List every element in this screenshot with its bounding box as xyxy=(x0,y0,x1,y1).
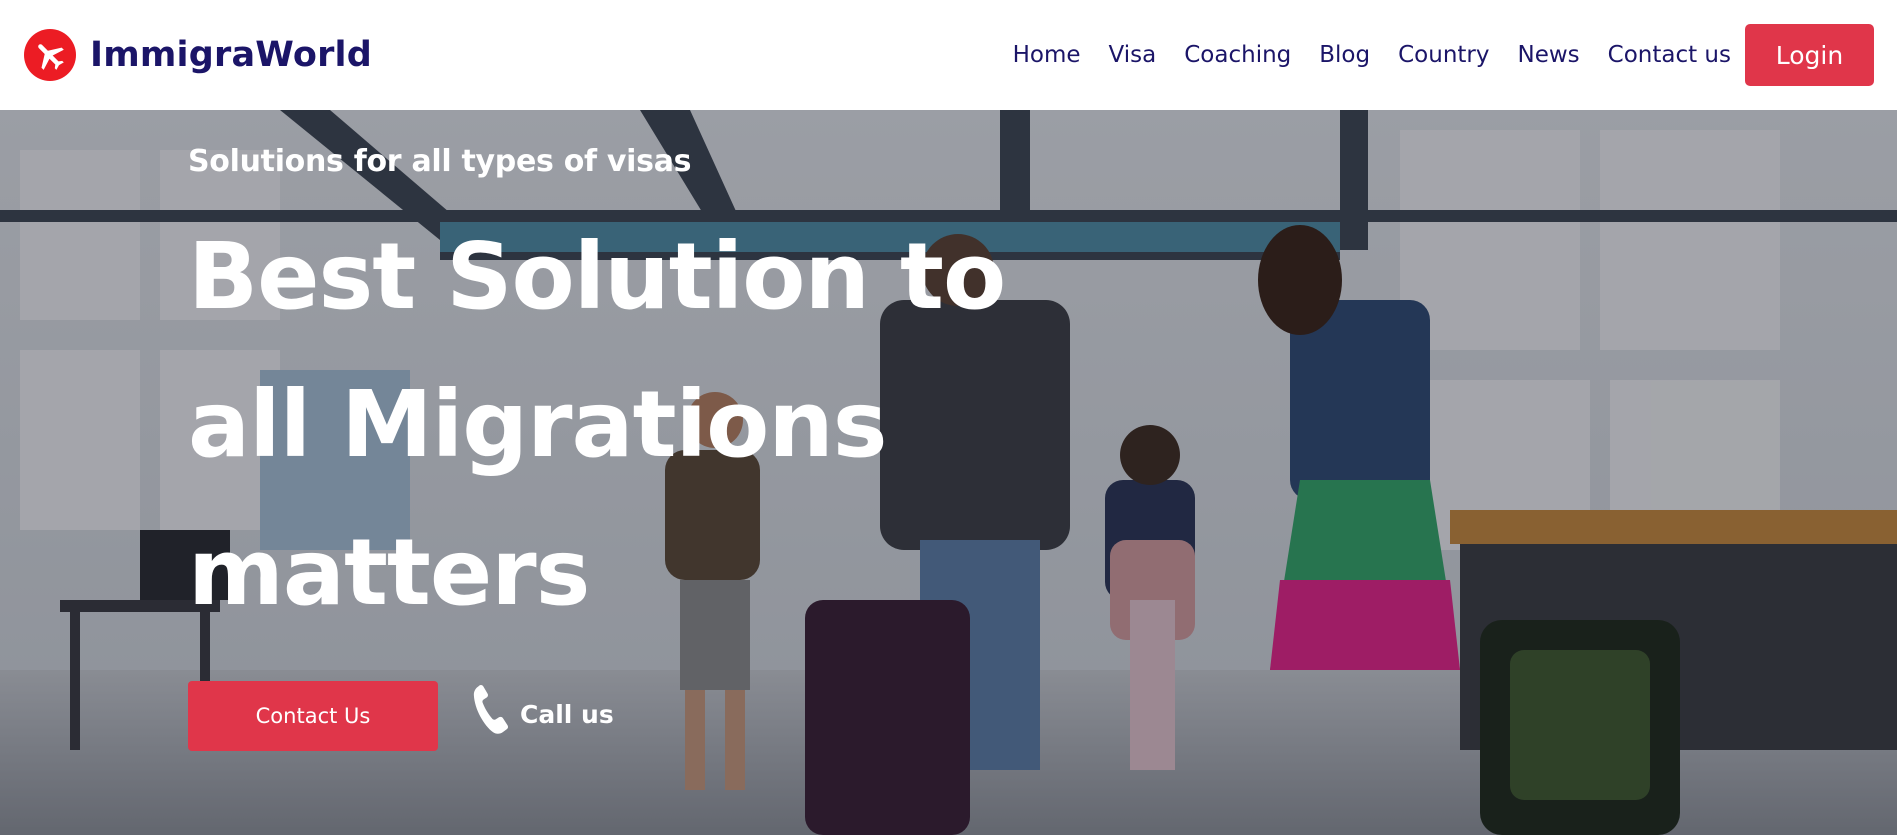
hero-content: Solutions for all types of visas Best So… xyxy=(188,144,1088,647)
nav-link-country[interactable]: Country xyxy=(1398,42,1489,68)
brand[interactable]: ImmigraWorld xyxy=(24,29,372,81)
phone-icon xyxy=(473,685,509,734)
nav-link-home[interactable]: Home xyxy=(1013,42,1081,68)
headline-line-3: matters xyxy=(188,519,590,626)
call-us-link[interactable]: Call us xyxy=(468,681,614,737)
main-nav: Home Visa Coaching Blog Country News Con… xyxy=(1013,42,1731,68)
nav-area: Home Visa Coaching Blog Country News Con… xyxy=(1013,24,1874,86)
contact-us-button[interactable]: Contact Us xyxy=(188,681,438,751)
hero-section: Solutions for all types of visas Best So… xyxy=(0,110,1897,835)
hero-actions: Contact Us Call us xyxy=(188,681,614,751)
site-header: ImmigraWorld Home Visa Coaching Blog Cou… xyxy=(0,0,1897,110)
nav-link-coaching[interactable]: Coaching xyxy=(1184,42,1291,68)
nav-link-visa[interactable]: Visa xyxy=(1109,42,1157,68)
hero-eyebrow: Solutions for all types of visas xyxy=(188,144,692,179)
brand-name: ImmigraWorld xyxy=(90,35,373,75)
nav-link-contact-us[interactable]: Contact us xyxy=(1608,42,1731,68)
call-us-label: Call us xyxy=(520,699,614,729)
airplane-icon xyxy=(24,29,76,81)
headline-line-2: all Migrations xyxy=(188,371,888,478)
login-button[interactable]: Login xyxy=(1745,24,1874,86)
nav-link-blog[interactable]: Blog xyxy=(1319,42,1370,68)
headline-line-1: Best Solution to xyxy=(188,223,1006,330)
nav-link-news[interactable]: News xyxy=(1517,42,1579,68)
hero-headline: Best Solution to all Migrations matters xyxy=(188,203,1048,647)
